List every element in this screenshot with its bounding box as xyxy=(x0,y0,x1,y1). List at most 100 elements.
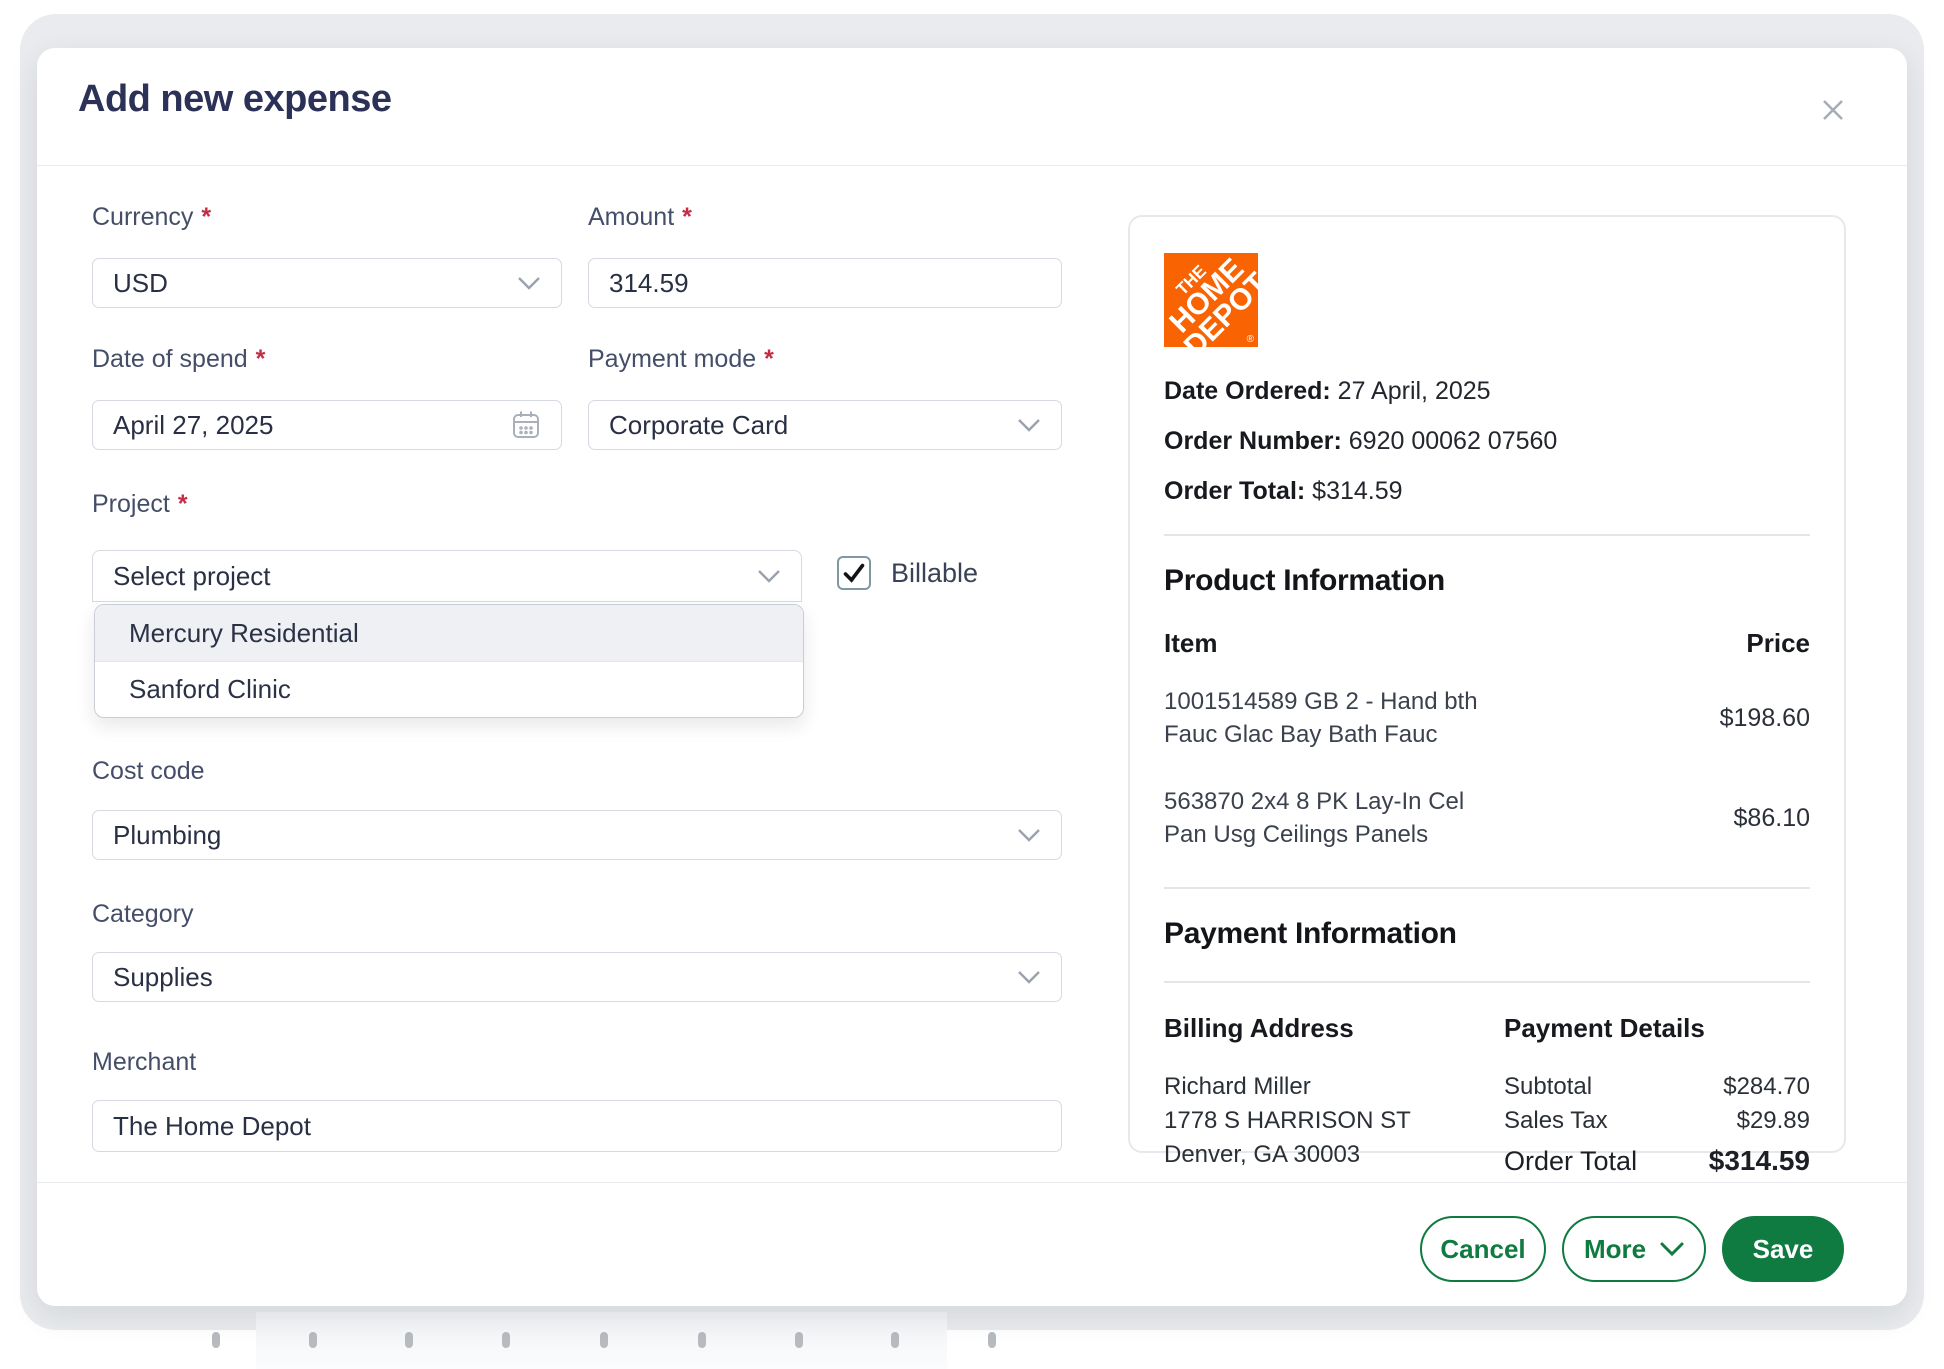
required-asterisk: * xyxy=(256,345,266,373)
date-of-spend-label: Date of spend * xyxy=(92,345,265,374)
deco-dot xyxy=(405,1332,413,1348)
cost-code-select[interactable]: Plumbing xyxy=(92,810,1062,860)
order-number-line: Order Number: 6920 00062 07560 xyxy=(1164,427,1810,456)
page: Add new expense Currency * USD Amount * xyxy=(0,0,1944,1369)
item-price: $198.60 xyxy=(1720,704,1810,733)
modal-header: Add new expense xyxy=(37,48,1907,166)
required-asterisk: * xyxy=(682,203,692,231)
project-label-text: Project xyxy=(92,490,170,518)
order-total-row: Order Total $314.59 xyxy=(1504,1144,1810,1178)
order-total-value: $314.59 xyxy=(1312,477,1402,505)
billing-address-heading: Billing Address xyxy=(1164,1013,1504,1044)
save-button-label: Save xyxy=(1753,1234,1814,1265)
save-button[interactable]: Save xyxy=(1722,1216,1844,1282)
chevron-down-icon xyxy=(757,569,781,583)
payment-mode-label-text: Payment mode xyxy=(588,345,756,373)
amount-label: Amount * xyxy=(588,203,692,232)
required-asterisk: * xyxy=(201,203,211,231)
cost-code-value: Plumbing xyxy=(113,820,1017,851)
required-asterisk: * xyxy=(764,345,774,373)
category-value: Supplies xyxy=(113,962,1017,993)
sales-tax-value: $29.89 xyxy=(1737,1104,1810,1138)
background-dots xyxy=(0,1332,1944,1350)
project-option-sanford-clinic[interactable]: Sanford Clinic xyxy=(95,661,803,717)
project-placeholder: Select project xyxy=(113,561,757,592)
order-total-line: Order Total: $314.59 xyxy=(1164,477,1810,506)
payment-information-heading: Payment Information xyxy=(1164,917,1810,951)
payment-mode-value: Corporate Card xyxy=(609,410,1017,441)
add-expense-modal: Add new expense Currency * USD Amount * xyxy=(37,48,1907,1306)
billable-label: Billable xyxy=(891,558,978,589)
deco-dot xyxy=(891,1332,899,1348)
close-button[interactable] xyxy=(1811,88,1855,132)
subtotal-row: Subtotal $284.70 xyxy=(1504,1070,1810,1104)
order-total-row-value: $314.59 xyxy=(1709,1144,1810,1178)
deco-dot xyxy=(600,1332,608,1348)
project-option-mercury-residential[interactable]: Mercury Residential xyxy=(95,605,803,661)
category-label-text: Category xyxy=(92,900,193,928)
calendar-icon xyxy=(511,409,541,441)
amount-label-text: Amount xyxy=(588,203,674,231)
chevron-down-icon xyxy=(1017,828,1041,842)
payment-details-block: Payment Details Subtotal $284.70 Sales T… xyxy=(1504,1013,1810,1178)
category-select[interactable]: Supplies xyxy=(92,952,1062,1002)
currency-select[interactable]: USD xyxy=(92,258,562,308)
billable-checkbox[interactable] xyxy=(837,556,871,590)
amount-input[interactable] xyxy=(588,258,1062,308)
home-depot-logo-text: THE HOME DEPOT xyxy=(1164,253,1258,347)
item-name: 1001514589 GB 2 - Hand bth Fauc Glac Bay… xyxy=(1164,685,1509,751)
payment-details-heading: Payment Details xyxy=(1504,1013,1810,1044)
sales-tax-row: Sales Tax $29.89 xyxy=(1504,1104,1810,1138)
date-label-text: Date of spend xyxy=(92,345,248,373)
subtotal-value: $284.70 xyxy=(1723,1070,1810,1104)
currency-value: USD xyxy=(113,268,517,299)
cost-code-label-text: Cost code xyxy=(92,757,205,785)
more-button-label: More xyxy=(1584,1234,1646,1265)
project-select[interactable]: Select project xyxy=(92,550,802,602)
cancel-button-label: Cancel xyxy=(1440,1234,1525,1265)
currency-label: Currency * xyxy=(92,203,211,232)
currency-label-text: Currency xyxy=(92,203,193,231)
billing-name: Richard Miller xyxy=(1164,1070,1504,1104)
required-asterisk: * xyxy=(178,490,188,518)
payment-mode-select[interactable]: Corporate Card xyxy=(588,400,1062,450)
product-table-header: Item Price xyxy=(1164,628,1810,659)
merchant-label: Merchant xyxy=(92,1048,196,1077)
date-of-spend-input[interactable]: April 27, 2025 xyxy=(92,400,562,450)
billing-address-block: Billing Address Richard Miller 1778 S HA… xyxy=(1164,1013,1504,1178)
order-number-label: Order Number: xyxy=(1164,427,1342,455)
table-row: 1001514589 GB 2 - Hand bth Fauc Glac Bay… xyxy=(1164,685,1810,751)
merchant-input[interactable] xyxy=(92,1100,1062,1152)
deco-dot xyxy=(309,1332,317,1348)
order-total-label: Order Total: xyxy=(1164,477,1305,505)
more-button[interactable]: More xyxy=(1562,1216,1706,1282)
payment-mode-label: Payment mode * xyxy=(588,345,774,374)
receipt-panel: THE HOME DEPOT ® Date Ordered: 27 April,… xyxy=(1128,215,1846,1153)
merchant-label-text: Merchant xyxy=(92,1048,196,1076)
cancel-button[interactable]: Cancel xyxy=(1420,1216,1546,1282)
order-number-value: 6920 00062 07560 xyxy=(1349,427,1558,455)
item-price: $86.10 xyxy=(1734,804,1810,833)
divider xyxy=(1164,981,1810,983)
table-row: 563870 2x4 8 PK Lay-In Cel Pan Usg Ceili… xyxy=(1164,785,1810,851)
deco-dot xyxy=(502,1332,510,1348)
billing-street: 1778 S HARRISON ST xyxy=(1164,1104,1504,1138)
date-ordered-value: 27 April, 2025 xyxy=(1338,377,1491,405)
divider xyxy=(1164,534,1810,536)
order-total-row-label: Order Total xyxy=(1504,1144,1637,1178)
sales-tax-label: Sales Tax xyxy=(1504,1104,1608,1138)
chevron-down-icon xyxy=(1660,1242,1684,1256)
registered-mark: ® xyxy=(1247,334,1254,345)
chevron-down-icon xyxy=(1017,970,1041,984)
page-title: Add new expense xyxy=(78,78,391,121)
project-label: Project * xyxy=(92,490,188,519)
category-label: Category xyxy=(92,900,193,929)
chevron-down-icon xyxy=(1017,418,1041,432)
date-ordered-label: Date Ordered: xyxy=(1164,377,1331,405)
billing-city: Denver, GA 30003 xyxy=(1164,1138,1504,1172)
date-ordered-line: Date Ordered: 27 April, 2025 xyxy=(1164,377,1810,406)
option-label: Sanford Clinic xyxy=(129,674,291,705)
product-information-heading: Product Information xyxy=(1164,564,1810,598)
deco-dot xyxy=(988,1332,996,1348)
check-icon xyxy=(842,562,866,584)
